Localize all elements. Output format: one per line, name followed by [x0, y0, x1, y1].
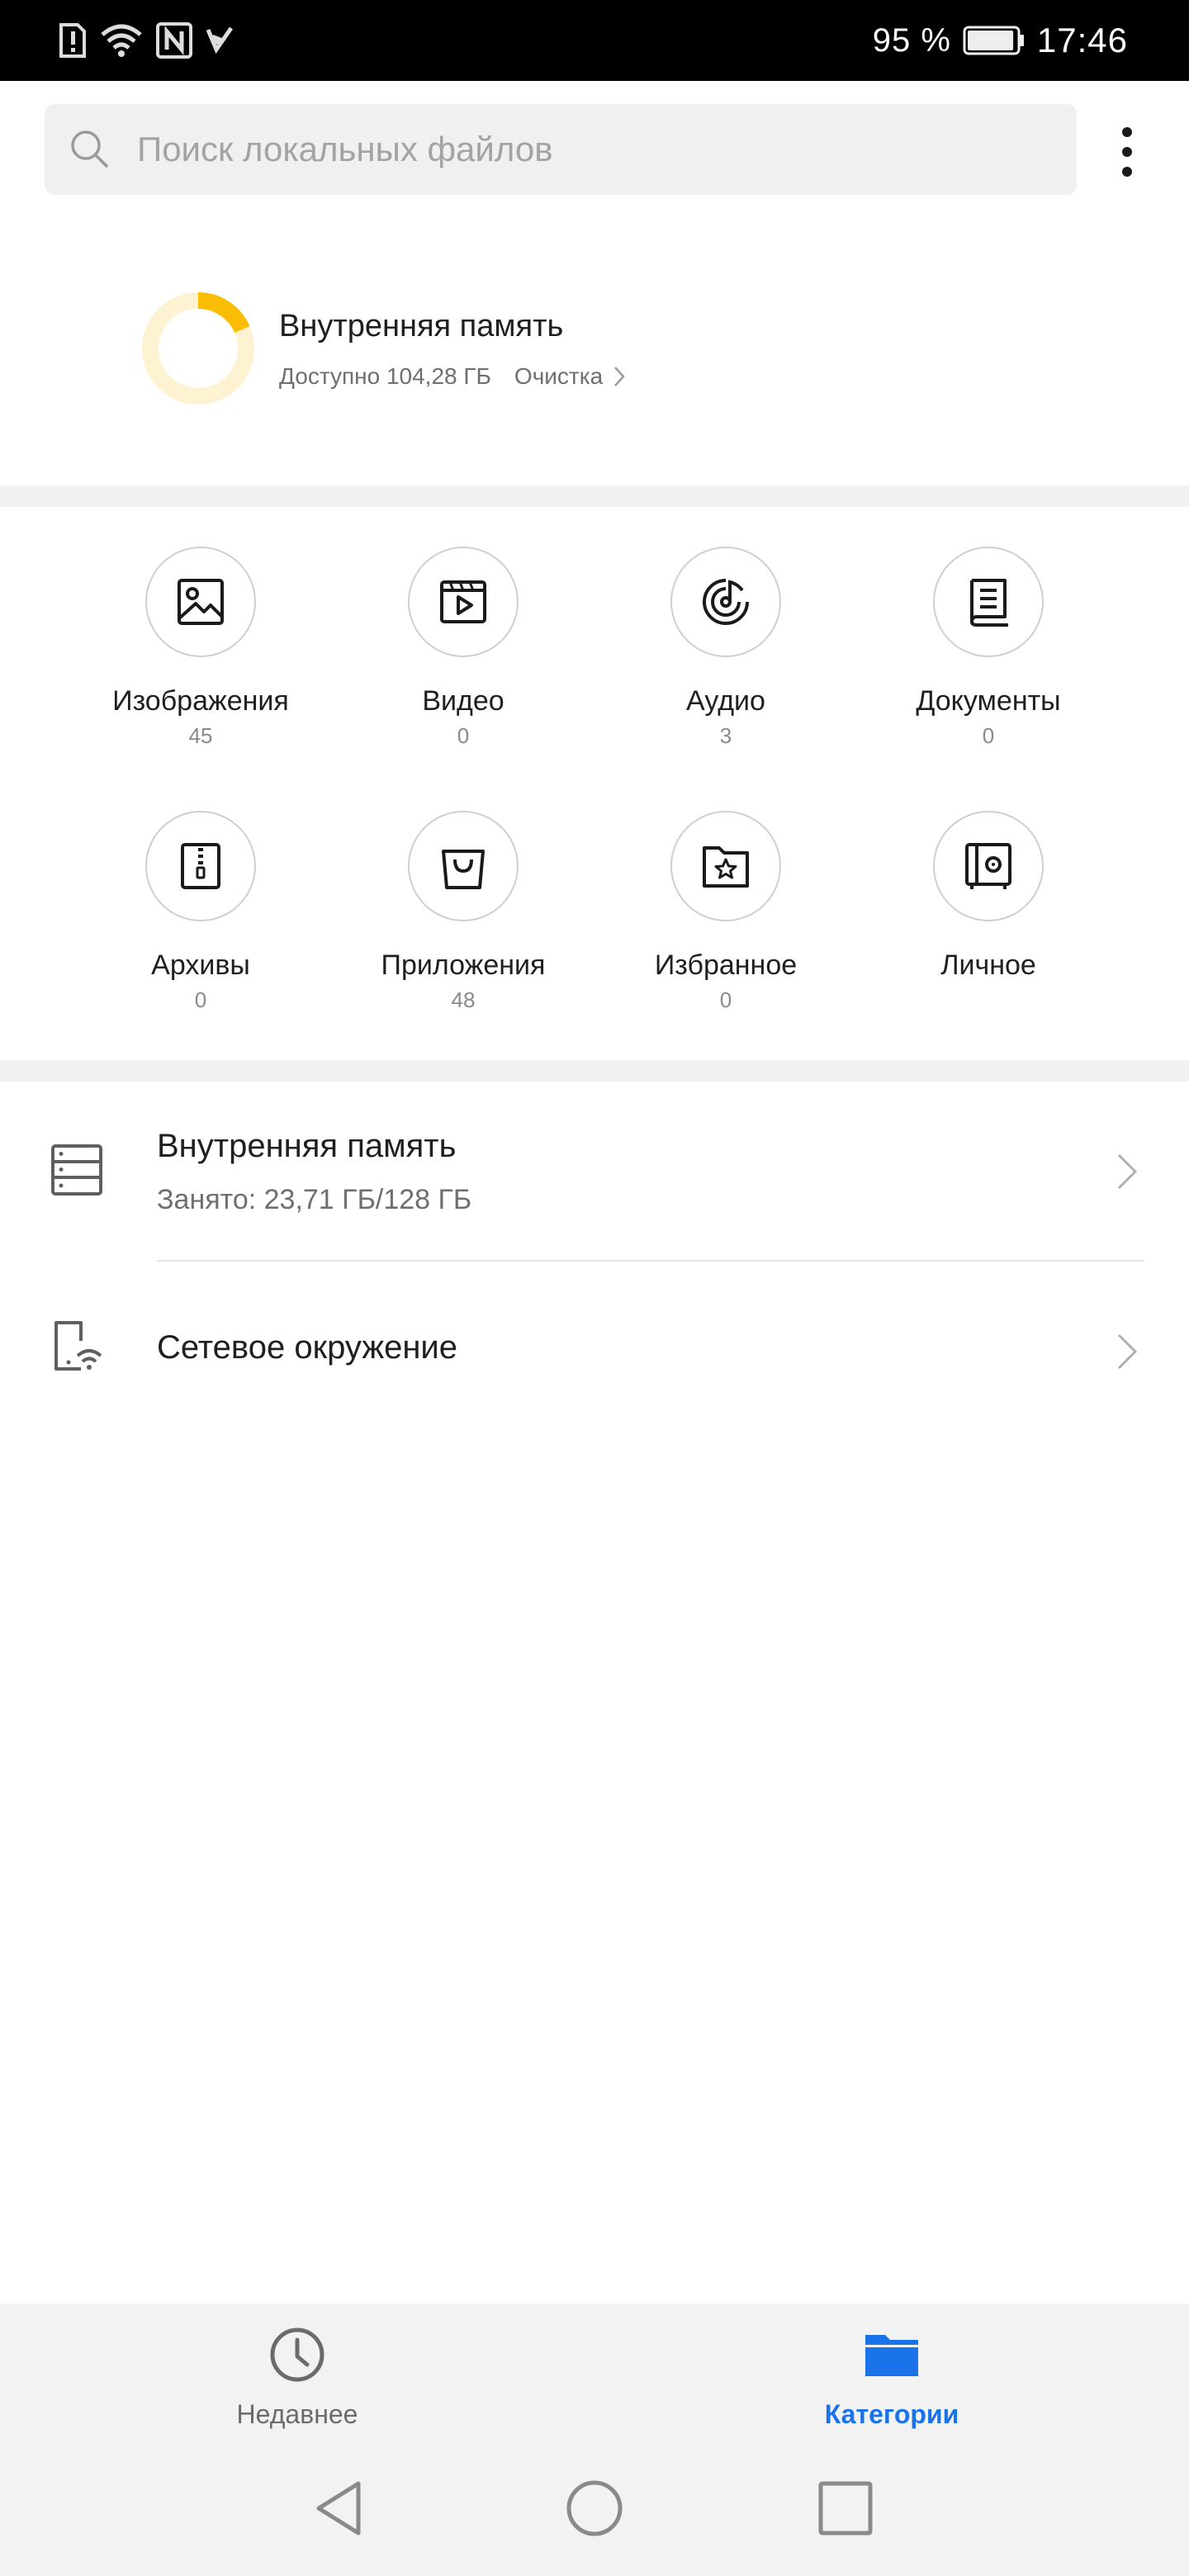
clock-icon [270, 2327, 324, 2382]
status-bar: 95 % 17:46 [0, 0, 1189, 81]
app-bag-icon [442, 850, 485, 889]
category-icon-circle [408, 811, 519, 921]
chevron-right-icon [1117, 1153, 1138, 1190]
home-nav-icon[interactable] [561, 2475, 628, 2541]
row-subtitle: Занято: 23,71 ГБ/128 ГБ [157, 1184, 472, 1215]
network-neighborhood-row[interactable]: Сетевое окружение [0, 1262, 1189, 1438]
image-icon [178, 579, 224, 625]
tab-recent[interactable]: Недавнее [149, 2318, 446, 2442]
audio-icon [703, 579, 749, 625]
status-icons-left [58, 18, 234, 63]
tab-categories[interactable]: Категории [743, 2318, 1040, 2442]
more-dot-icon [1122, 147, 1132, 157]
category-icon-circle [933, 811, 1044, 921]
back-nav-icon[interactable] [307, 2475, 373, 2541]
category-count: 45 [188, 723, 213, 748]
category-label: Видео [422, 685, 504, 717]
category-label: Изображения [112, 685, 289, 717]
more-dot-icon [1122, 127, 1132, 137]
category-label: Избранное [654, 949, 798, 981]
category-icon-circle [933, 547, 1044, 657]
category-archives[interactable]: Архивы 0 [69, 811, 332, 1025]
category-label: Аудио [686, 685, 765, 717]
category-label: Архивы [151, 949, 250, 981]
category-private[interactable]: Личное [857, 811, 1120, 1025]
storage-icon [51, 1144, 102, 1196]
category-count: 0 [194, 987, 207, 1012]
more-options-button[interactable] [1103, 112, 1151, 192]
category-audio[interactable]: Аудио 3 [594, 547, 857, 761]
internal-storage-row[interactable]: Внутренняя память Занято: 23,71 ГБ/128 Г… [0, 1082, 1189, 1262]
category-apps[interactable]: Приложения 48 [332, 811, 594, 1025]
search-bar[interactable] [45, 104, 1077, 195]
category-video[interactable]: Видео 0 [332, 547, 594, 761]
row-title: Внутренняя память [157, 1128, 457, 1164]
category-documents[interactable]: Документы 0 [857, 547, 1120, 761]
storage-usage-donut [142, 292, 254, 405]
more-dot-icon [1122, 167, 1132, 177]
tab-label: Категории [824, 2399, 959, 2429]
category-label: Личное [940, 949, 1036, 981]
category-count: 48 [451, 987, 476, 1012]
tab-label: Недавнее [236, 2399, 358, 2429]
recent-apps-nav-icon[interactable] [812, 2475, 879, 2541]
category-count: 3 [719, 723, 732, 748]
category-label: Приложения [381, 949, 546, 981]
category-label: Документы [916, 685, 1061, 717]
safe-icon [965, 843, 1011, 889]
document-icon [970, 579, 1008, 627]
battery-percent: 95 % [872, 21, 951, 59]
battery-icon [963, 26, 1024, 55]
available-space: Доступно 104,28 ГБ [279, 363, 491, 389]
clean-link[interactable]: Очистка [514, 363, 626, 390]
storage-summary[interactable]: Внутренняя память Доступно 104,28 ГБ Очи… [140, 291, 718, 414]
video-icon [440, 580, 486, 623]
network-phone-icon [54, 1321, 102, 1371]
nfc-icon [156, 22, 192, 59]
category-icon-circle [670, 811, 781, 921]
alert-icon [59, 23, 86, 58]
row-title: Сетевое окружение [157, 1329, 458, 1366]
category-images[interactable]: Изображения 45 [69, 547, 332, 761]
storage-summary-subtitle: Доступно 104,28 ГБ Очистка [279, 363, 626, 390]
section-divider [0, 485, 1189, 507]
category-favorites[interactable]: Избранное 0 [594, 811, 857, 1025]
favorites-folder-icon [703, 846, 749, 888]
category-count: 0 [982, 723, 995, 748]
category-icon-circle [408, 547, 519, 657]
wifi-icon [101, 24, 142, 57]
chevron-right-icon [614, 367, 625, 386]
folder-icon [865, 2335, 918, 2376]
chevron-right-icon [1117, 1333, 1138, 1370]
category-icon-circle [145, 811, 256, 921]
status-icons-right: 95 % 17:46 [873, 15, 1128, 66]
archive-icon [181, 843, 220, 889]
clock: 17:46 [1036, 21, 1128, 59]
section-divider [0, 1060, 1189, 1082]
category-count: 0 [719, 987, 732, 1012]
category-icon-circle [670, 547, 781, 657]
category-icon-circle [145, 547, 256, 657]
storage-summary-title: Внутренняя память [279, 309, 564, 343]
clean-label: Очистка [514, 363, 604, 389]
category-count: 0 [457, 723, 470, 748]
check-notification-icon [206, 26, 234, 54]
search-icon [71, 130, 108, 168]
search-input[interactable] [137, 130, 1045, 169]
